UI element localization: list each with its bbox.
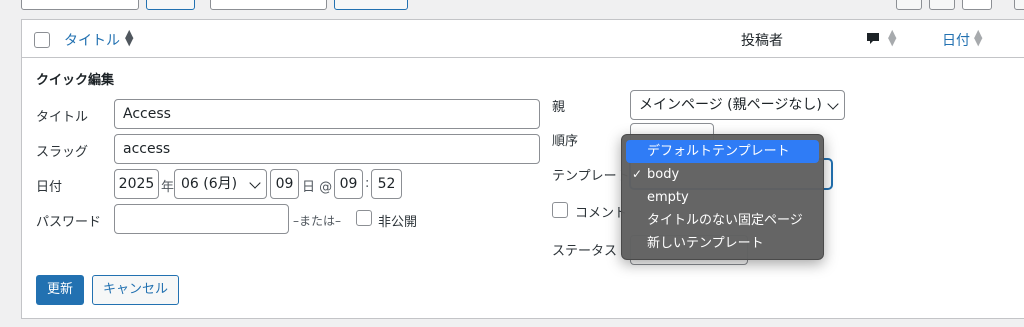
time-colon: : [365,176,370,191]
sort-icon[interactable]: ▲ ▼ [974,28,982,47]
status-label: ステータス [552,244,618,259]
menu-item-default-template[interactable]: デフォルトテンプレート [626,140,819,163]
password-input[interactable] [114,204,289,234]
order-label: 順序 [552,134,579,149]
date-label: 日付 [36,180,63,195]
sort-icon[interactable]: ▲ ▼ [888,28,896,47]
apply-button[interactable] [146,0,195,10]
check-icon: ✓ [632,167,643,181]
minute-input[interactable]: 52 [371,169,402,199]
parent-label: 親 [552,100,566,115]
slug-input[interactable]: access [114,134,540,164]
prev-page-button[interactable] [929,0,955,10]
day-input[interactable]: 09 [270,169,299,199]
or-separator: –または– [293,214,342,228]
next-page-button[interactable] [1014,0,1024,10]
chevron-down-icon [827,98,839,110]
quick-edit-heading: クイック編集 [36,73,115,88]
year-input[interactable]: 2025 [114,169,159,199]
comment-label: コメント [575,206,628,221]
filter-button[interactable] [334,0,408,10]
menu-item-label: 新しいテンプレート [647,236,764,251]
update-button[interactable]: 更新 [36,275,84,305]
menu-item-body[interactable]: ✓ body [626,163,819,186]
menu-item-label: タイトルのない固定ページ [647,213,803,228]
pages-table: タイトル ▲ ▼ 投稿者 ▲ ▼ 日付 ▲ ▼ クイック編集 タイトル Access … [21,19,1024,319]
bulk-action-select[interactable] [21,0,139,10]
parent-value: メインページ (親ページなし) [639,97,822,113]
menu-item-no-title-page[interactable]: タイトルのない固定ページ [626,209,819,232]
title-input[interactable]: Access [114,99,540,129]
title-column-link[interactable]: タイトル [64,30,120,50]
first-page-button[interactable] [896,0,922,10]
menu-item-empty[interactable]: empty [626,186,819,209]
month-value: 06 (6月) [181,176,238,192]
top-toolbar [0,0,1024,18]
date-column-link[interactable]: 日付 [942,30,970,50]
password-label: パスワード [36,215,102,230]
menu-item-label: body [647,167,680,182]
slug-label: スラッグ [36,145,89,160]
hour-input[interactable]: 09 [334,169,363,199]
menu-item-new-template[interactable]: 新しいテンプレート [626,232,819,255]
comment-icon[interactable] [866,32,880,46]
month-select[interactable]: 06 (6月) [174,169,267,199]
title-label: タイトル [36,110,89,125]
year-suffix: 年 [161,180,175,195]
chevron-down-icon [249,177,261,189]
cancel-button[interactable]: キャンセル [92,275,179,305]
current-page-input[interactable] [962,0,992,10]
menu-item-label: empty [647,190,689,205]
parent-select[interactable]: メインページ (親ページなし) [630,90,845,120]
comment-checkbox[interactable] [552,202,568,218]
sort-icon[interactable]: ▲ ▼ [125,28,133,47]
select-all-checkbox[interactable] [34,32,50,48]
menu-item-label: デフォルトテンプレート [647,144,790,159]
template-label: テンプレート [552,169,630,184]
private-checkbox[interactable] [356,210,372,226]
private-label: 非公開 [378,215,418,230]
author-column-header: 投稿者 [741,33,783,49]
day-suffix: 日 @ [302,180,333,195]
table-header: タイトル ▲ ▼ 投稿者 ▲ ▼ 日付 ▲ ▼ [22,20,1024,58]
date-filter-select[interactable] [210,0,327,10]
template-dropdown-menu: デフォルトテンプレート ✓ body empty タイトルのない固定ページ 新し… [621,134,824,260]
